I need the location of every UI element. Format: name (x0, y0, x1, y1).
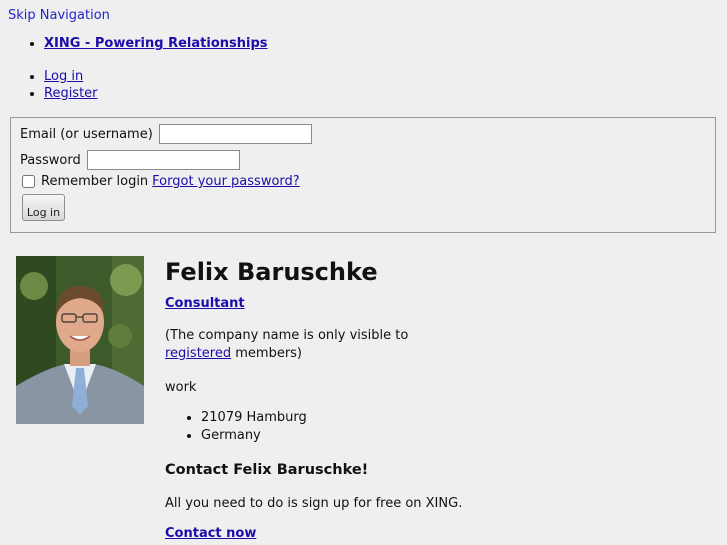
brand-item: XING - Powering Relationships (44, 36, 268, 51)
auth-item-login: Log in (44, 68, 98, 85)
position-link[interactable]: Consultant (165, 296, 245, 311)
password-row: Password (20, 150, 240, 170)
location-list: 21079 Hamburg Germany (165, 409, 307, 445)
work-heading: work (165, 380, 197, 395)
email-field[interactable] (158, 124, 312, 144)
email-row: Email (or username) (20, 124, 312, 144)
remember-row: Remember login Forgot your password? (20, 174, 300, 189)
contact-heading: Contact Felix Baruschke! (165, 462, 369, 478)
skip-navigation-link[interactable]: Skip Navigation (8, 8, 110, 23)
location-item: 21079 Hamburg (201, 409, 307, 427)
register-link[interactable]: Register (44, 86, 98, 101)
brand-list: XING - Powering Relationships (24, 36, 268, 51)
signup-text: All you need to do is sign up for free o… (165, 496, 463, 511)
registered-link[interactable]: registered (165, 346, 231, 361)
password-label: Password (20, 152, 81, 168)
company-note-text: (The company name is only visible to (165, 328, 409, 343)
email-label: Email (or username) (20, 126, 153, 142)
forgot-password-link[interactable]: Forgot your password? (152, 174, 300, 189)
company-note-text-end: members) (231, 346, 303, 361)
remember-login-label: Remember login (41, 174, 149, 189)
login-form: Email (or username) Password Remember lo… (10, 117, 716, 233)
auth-item-register: Register (44, 85, 98, 102)
contact-now-link[interactable]: Contact now (165, 526, 256, 541)
auth-links: Log in Register (24, 68, 98, 102)
password-field[interactable] (86, 150, 240, 170)
xing-home-link[interactable]: XING - Powering Relationships (44, 36, 268, 51)
login-button[interactable]: Log in (22, 194, 65, 221)
remember-login-checkbox[interactable] (22, 175, 35, 188)
location-item: Germany (201, 427, 307, 445)
profile-name: Felix Baruschke (165, 258, 378, 286)
company-note: (The company name is only visible to reg… (165, 327, 465, 363)
profile-photo (16, 256, 144, 424)
login-link[interactable]: Log in (44, 69, 83, 84)
